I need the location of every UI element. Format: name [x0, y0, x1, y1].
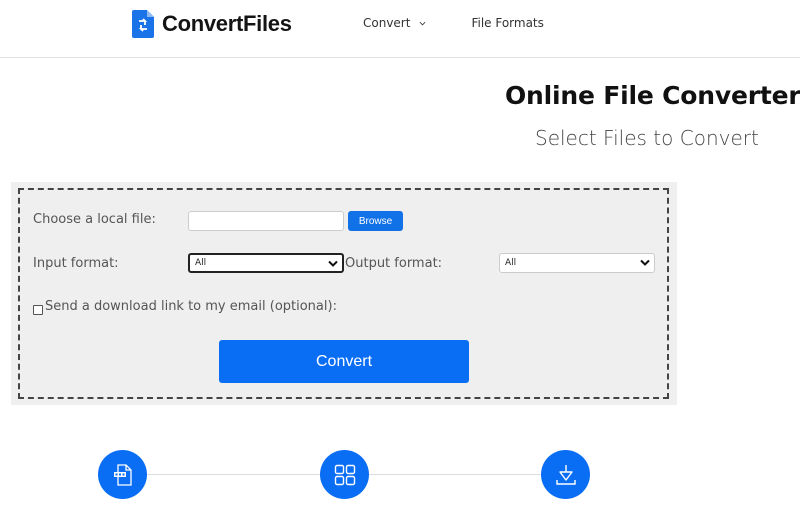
nav-file-formats-label: File Formats [471, 16, 544, 30]
input-format-label: Input format: [33, 256, 119, 271]
chevron-down-icon [419, 21, 426, 25]
step-upload [98, 450, 147, 499]
brand-name: ConvertFiles [162, 11, 292, 36]
input-format-value: All [195, 258, 207, 268]
output-format-value: All [505, 258, 517, 268]
chevron-down-icon [328, 260, 338, 267]
email-checkbox-label: Send a download link to my email (option… [45, 299, 337, 314]
logo[interactable]: ConvertFiles [132, 10, 292, 38]
output-format-label: Output format: [345, 256, 443, 271]
chevron-down-icon [640, 259, 650, 266]
nav-file-formats[interactable]: File Formats [471, 16, 543, 30]
page-subtitle: Select Files to Convert [535, 126, 759, 150]
step-download [541, 450, 590, 499]
logo-icon [132, 10, 154, 38]
grid-icon [334, 464, 355, 485]
nav-convert-label: Convert [363, 16, 411, 30]
file-label: Choose a local file: [33, 212, 156, 227]
input-format-select[interactable]: All [188, 253, 344, 273]
main-nav: Convert File Formats [363, 16, 544, 30]
download-icon [555, 464, 576, 485]
page-title: Online File Converter [505, 81, 800, 110]
file-input[interactable] [188, 211, 344, 231]
nav-convert[interactable]: Convert [363, 16, 426, 30]
output-format-select[interactable]: All [499, 253, 655, 273]
step-select-format [320, 450, 369, 499]
email-checkbox[interactable] [33, 305, 43, 315]
browse-button[interactable]: Browse [348, 211, 403, 231]
convert-button[interactable]: Convert [219, 340, 469, 383]
file-icon [113, 463, 132, 486]
site-header: ConvertFiles Convert File Formats [0, 0, 800, 58]
